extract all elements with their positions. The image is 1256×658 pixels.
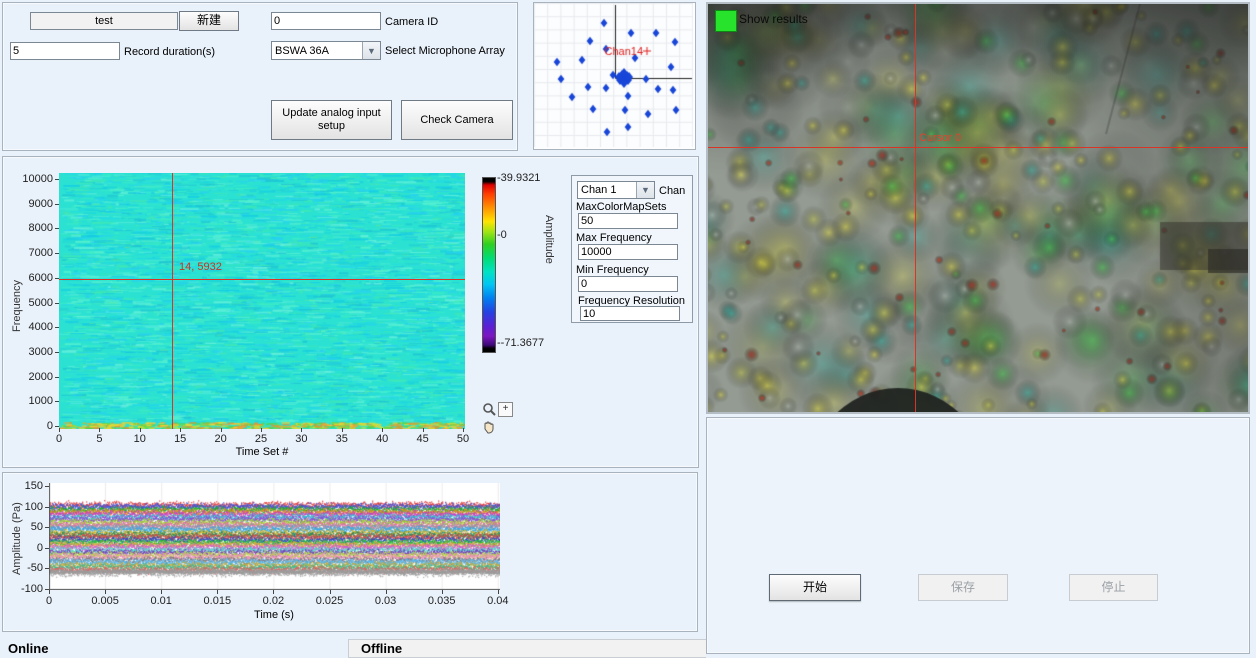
save-button[interactable]: 保存: [918, 574, 1008, 601]
mic-array-plot-panel: [533, 2, 696, 150]
start-button[interactable]: 开始: [769, 574, 861, 601]
maxcolormap-input[interactable]: [578, 213, 678, 229]
stop-button[interactable]: 停止: [1069, 574, 1158, 601]
channel-label: Chan: [659, 185, 685, 197]
tab-offline-label: Offline: [361, 641, 402, 656]
analysis-controls-group: Chan 1 ▼ Chan MaxColorMapSets Max Freque…: [571, 175, 693, 323]
camera-view-panel: Cursor 0 Show results: [706, 2, 1250, 414]
camera-cursor-hline[interactable]: [708, 147, 1248, 148]
maxfreq-label: Max Frequency: [576, 232, 652, 244]
setup-panel: test 新建 Record duration(s) Camera ID BSW…: [2, 2, 518, 151]
record-duration-input[interactable]: [10, 42, 120, 60]
waveform-plot: [49, 483, 500, 590]
channel-value: Chan 1: [578, 184, 636, 196]
pan-hand-icon[interactable]: [482, 420, 496, 437]
maxfreq-input[interactable]: [578, 244, 678, 260]
minfreq-label: Min Frequency: [576, 264, 649, 276]
minfreq-input[interactable]: [578, 276, 678, 292]
update-analog-button[interactable]: Update analog input setup: [271, 100, 392, 140]
colorbar-title: Amplitude: [543, 215, 555, 264]
freqres-input[interactable]: [580, 306, 680, 321]
new-button[interactable]: 新建: [179, 11, 239, 31]
show-results-checkbox[interactable]: [715, 10, 737, 32]
camera-cursor-label: Cursor 0: [919, 132, 961, 144]
chevron-down-icon[interactable]: ▼: [636, 182, 654, 198]
waveform-xlabel: Time (s): [244, 609, 304, 621]
mic-array-plot: [534, 3, 693, 147]
chevron-down-icon[interactable]: ▼: [362, 42, 380, 59]
mic-array-value: BSWA 36A: [272, 45, 362, 57]
camera-image[interactable]: [708, 4, 1248, 412]
waveform-panel: Amplitude (Pa) 150100500-50-10000.0050.0…: [2, 472, 698, 632]
action-panel: 开始 保存 停止: [706, 417, 1250, 654]
camera-cursor-vline[interactable]: [915, 4, 916, 412]
spectrogram-cursor-hline[interactable]: [59, 279, 465, 280]
spectrogram-plot[interactable]: [59, 173, 465, 429]
camera-id-input[interactable]: [271, 12, 381, 30]
record-duration-label: Record duration(s): [124, 46, 215, 58]
spectrogram-cursor-vline[interactable]: [172, 173, 173, 429]
zoom-tool-icon[interactable]: [482, 402, 496, 419]
maxcolormap-label: MaxColorMapSets: [576, 201, 666, 213]
show-results-label: Show results: [739, 12, 808, 26]
amplitude-colorbar: [482, 177, 496, 353]
zoom-mode-box[interactable]: +: [498, 402, 513, 417]
mic-array-label: Select Microphone Array: [385, 45, 505, 57]
channel-select[interactable]: Chan 1 ▼: [577, 181, 655, 199]
spectrogram-panel: Frequency 100009000800070006000500040003…: [2, 156, 699, 468]
camera-id-label: Camera ID: [385, 16, 438, 28]
colorbar-zero-label: -0: [497, 229, 507, 241]
acoustic-camera-app: test 新建 Record duration(s) Camera ID BSW…: [0, 0, 1256, 658]
tab-offline[interactable]: Offline: [348, 639, 706, 658]
spectrogram-cursor-label: 14, 5932: [179, 261, 222, 273]
spectrogram-xlabel: Time Set #: [222, 446, 302, 458]
colorbar-max-label: -39.9321: [497, 172, 540, 184]
mic-array-select[interactable]: BSWA 36A ▼: [271, 41, 381, 60]
colorbar-min-label: --71.3677: [497, 337, 544, 349]
test-name-field[interactable]: test: [30, 12, 178, 30]
tab-online[interactable]: Online: [8, 641, 48, 656]
check-camera-button[interactable]: Check Camera: [401, 100, 513, 140]
